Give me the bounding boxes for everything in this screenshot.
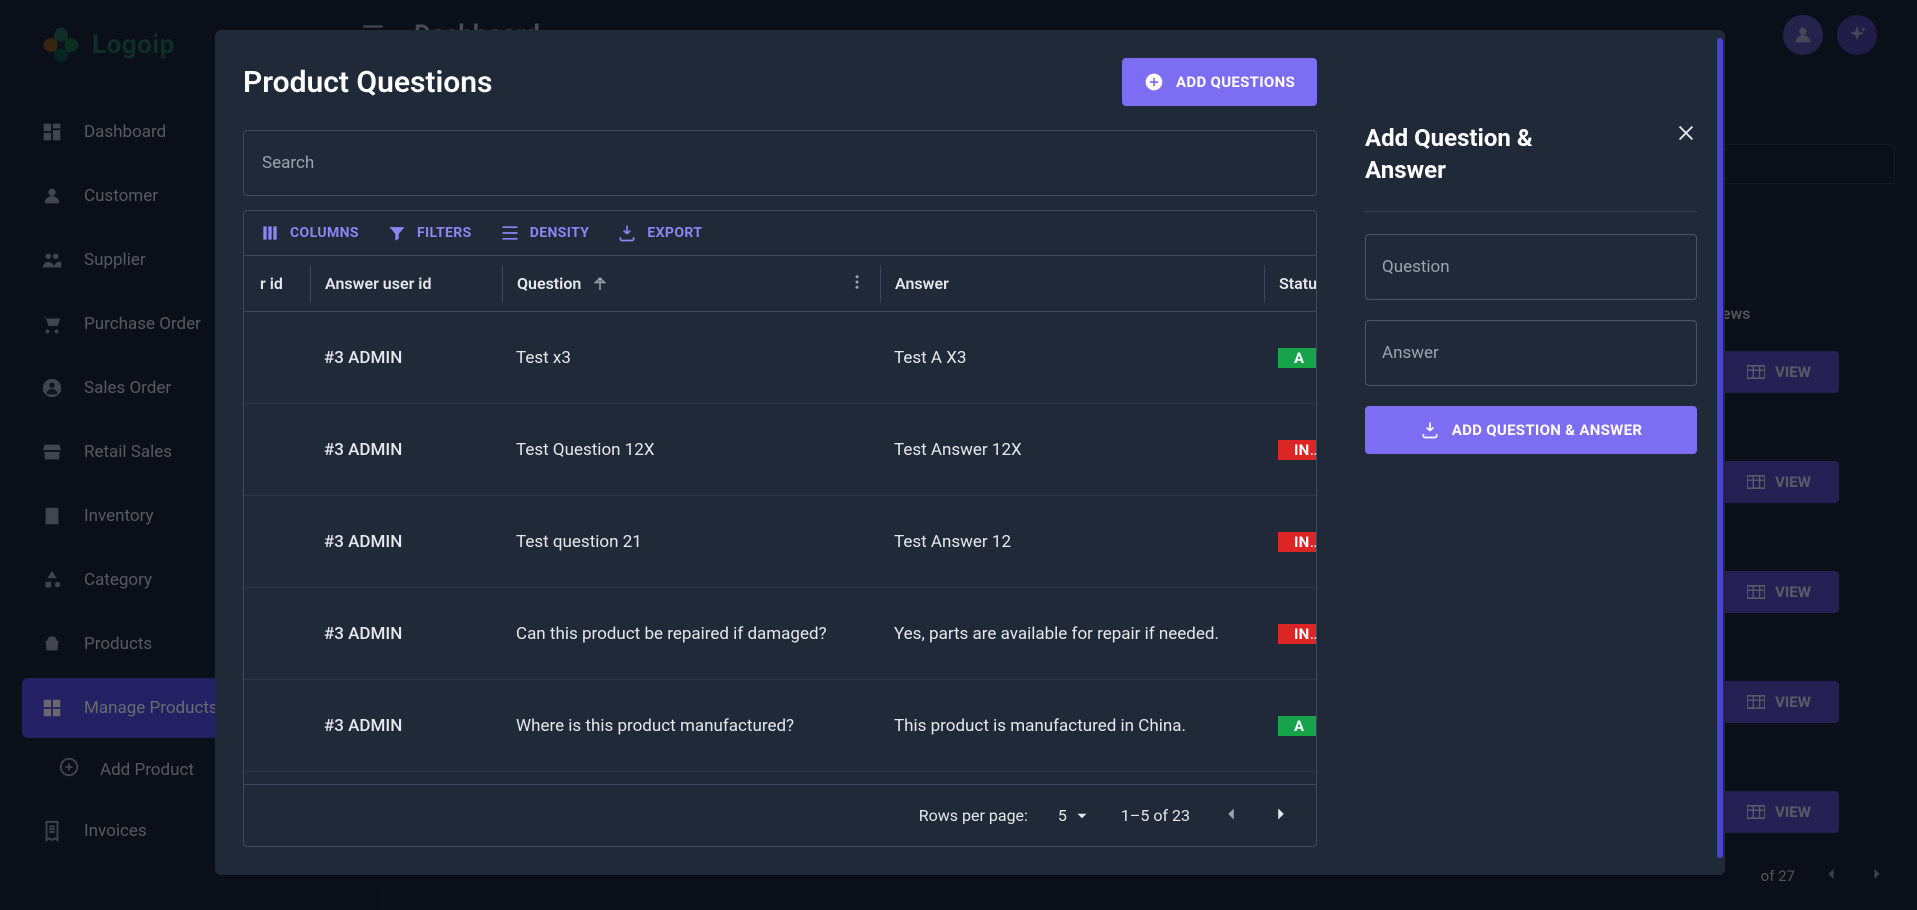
rows-per-page-select[interactable]: 5: [1058, 806, 1091, 825]
table-row[interactable]: #3 ADMIN Test x3 Test A X3 A: [244, 312, 1316, 404]
download-icon: [617, 223, 637, 243]
status-badge: A: [1278, 716, 1316, 736]
col-header-qid[interactable]: r id: [248, 266, 310, 302]
filters-button[interactable]: FILTERS: [387, 223, 472, 243]
status-badge: IN: [1278, 440, 1316, 460]
answer-input[interactable]: Answer: [1365, 320, 1697, 386]
page-range: 1–5 of 23: [1121, 806, 1190, 825]
col-header-question[interactable]: Question: [502, 266, 880, 302]
grid-footer: Rows per page: 5 1–5 of 23: [244, 784, 1316, 846]
chevron-down-icon: [1073, 807, 1091, 825]
close-icon: [1675, 122, 1697, 144]
data-grid: COLUMNS FILTERS DENSITY EXPORT r id Answ…: [243, 210, 1317, 847]
table-row[interactable]: #3 ADMIN Can this product be repaired if…: [244, 588, 1316, 680]
col-header-answer[interactable]: Answer: [880, 266, 1264, 302]
download-icon: [1420, 420, 1440, 440]
density-icon: [500, 223, 520, 243]
status-badge: A: [1278, 348, 1316, 368]
add-question-answer-button[interactable]: ADD QUESTION & ANSWER: [1365, 406, 1697, 454]
grid-header-row: r id Answer user id Question Answer Stat…: [244, 256, 1316, 312]
panel-title: Add Question & Answer: [1365, 122, 1585, 187]
export-button[interactable]: EXPORT: [617, 223, 702, 243]
grid-body: #3 ADMIN Test x3 Test A X3 A #3 ADMIN Te…: [244, 312, 1316, 784]
col-header-status[interactable]: Status: [1264, 266, 1317, 302]
close-panel-button[interactable]: [1675, 122, 1697, 148]
page-next-button[interactable]: [1270, 803, 1292, 829]
table-row[interactable]: #3 ADMIN Test Question 12X Test Answer 1…: [244, 404, 1316, 496]
add-questions-button[interactable]: ADD QUESTIONS: [1122, 58, 1317, 106]
col-header-answer-user-id[interactable]: Answer user id: [310, 266, 502, 302]
plus-circle-icon: [1144, 72, 1164, 92]
columns-icon: [260, 223, 280, 243]
status-badge: IN: [1278, 624, 1316, 644]
sort-asc-icon: [591, 275, 609, 293]
filter-icon: [387, 223, 407, 243]
page-prev-button[interactable]: [1220, 803, 1242, 829]
rows-per-page-label: Rows per page:: [919, 806, 1028, 825]
question-input[interactable]: Question: [1365, 234, 1697, 300]
table-row[interactable]: #3 ADMIN Test question 21 Test Answer 12…: [244, 496, 1316, 588]
table-row[interactable]: #3 ADMIN Where is this product manufactu…: [244, 680, 1316, 772]
modal: Product Questions ADD QUESTIONS Search C…: [215, 30, 1725, 875]
search-input[interactable]: Search: [243, 130, 1317, 196]
modal-title: Product Questions: [243, 65, 492, 100]
grid-toolbar: COLUMNS FILTERS DENSITY EXPORT: [244, 211, 1316, 256]
status-badge: IN: [1278, 532, 1316, 552]
columns-button[interactable]: COLUMNS: [260, 223, 359, 243]
column-menu-button[interactable]: [848, 273, 866, 295]
density-button[interactable]: DENSITY: [500, 223, 590, 243]
